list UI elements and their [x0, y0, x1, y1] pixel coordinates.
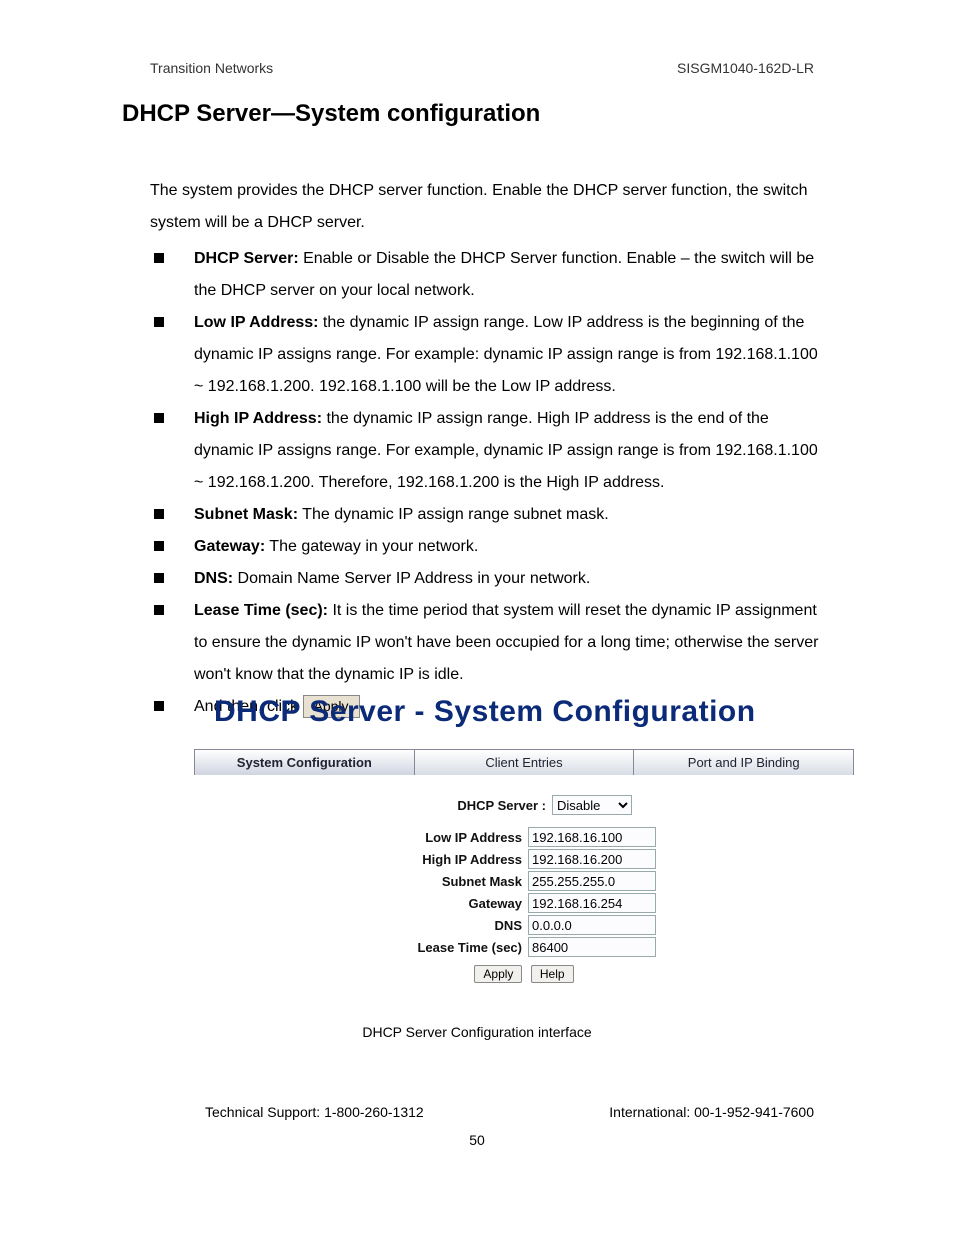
- bullet-list: DHCP Server: Enable or Disable the DHCP …: [150, 243, 830, 691]
- apply-button[interactable]: Apply: [474, 965, 522, 983]
- field-label: Subnet Mask: [392, 874, 528, 889]
- field-input[interactable]: [528, 937, 656, 957]
- field-input[interactable]: [528, 849, 656, 869]
- intro-paragraph: The system provides the DHCP server func…: [150, 175, 830, 239]
- bullet-text: The dynamic IP assign range subnet mask.: [298, 506, 609, 523]
- embedded-screenshot: DHCP Server - System Configuration Syste…: [194, 695, 854, 983]
- page-title: DHCP Server—System configuration: [122, 100, 540, 128]
- field-label: High IP Address: [392, 852, 528, 867]
- tabs: System Configuration Client Entries Port…: [194, 749, 854, 775]
- footer-right: International: 00-1-952-941-7600: [609, 1104, 814, 1120]
- field-label: Gateway: [392, 896, 528, 911]
- footer-left: Technical Support: 1-800-260-1312: [205, 1104, 424, 1120]
- page-number: 50: [0, 1132, 954, 1148]
- field-input[interactable]: [528, 915, 656, 935]
- header-left: Transition Networks: [150, 60, 273, 76]
- tab-port-ip-binding[interactable]: Port and IP Binding: [634, 749, 854, 775]
- bullet-term: High IP Address:: [194, 410, 322, 427]
- list-item: DNS: Domain Name Server IP Address in yo…: [150, 563, 830, 595]
- dhcp-server-label: DHCP Server :: [416, 798, 552, 813]
- tab-system-configuration[interactable]: System Configuration: [194, 749, 415, 775]
- figure-caption: DHCP Server Configuration interface: [0, 1024, 954, 1040]
- dhcp-server-select[interactable]: Disable: [552, 795, 632, 815]
- bullet-term: DNS:: [194, 570, 233, 587]
- form-row: High IP Address: [194, 849, 854, 869]
- body-text: The system provides the DHCP server func…: [150, 175, 830, 723]
- list-item: Gateway: The gateway in your network.: [150, 531, 830, 563]
- dhcp-server-row: DHCP Server : Disable: [194, 795, 854, 815]
- bullet-text: The gateway in your network.: [265, 538, 478, 555]
- form-area: DHCP Server : Disable Low IP Address High…: [194, 775, 854, 983]
- form-row: DNS: [194, 915, 854, 935]
- button-bar: Apply Help: [194, 965, 854, 983]
- list-item: Lease Time (sec): It is the time period …: [150, 595, 830, 691]
- field-input[interactable]: [528, 827, 656, 847]
- list-item: Subnet Mask: The dynamic IP assign range…: [150, 499, 830, 531]
- bullet-term: Gateway:: [194, 538, 265, 555]
- field-input[interactable]: [528, 893, 656, 913]
- ui-heading: DHCP Server - System Configuration: [214, 695, 854, 729]
- field-input[interactable]: [528, 871, 656, 891]
- form-row: Gateway: [194, 893, 854, 913]
- form-row: Lease Time (sec): [194, 937, 854, 957]
- header-right: SISGM1040-162D-LR: [677, 60, 814, 76]
- bullet-term: Lease Time (sec):: [194, 602, 328, 619]
- field-label: Lease Time (sec): [392, 940, 528, 955]
- field-label: DNS: [392, 918, 528, 933]
- help-button[interactable]: Help: [531, 965, 574, 983]
- bullet-term: Subnet Mask:: [194, 506, 298, 523]
- tab-client-entries[interactable]: Client Entries: [415, 749, 635, 775]
- form-row: Low IP Address: [194, 827, 854, 847]
- form-row: Subnet Mask: [194, 871, 854, 891]
- field-label: Low IP Address: [392, 830, 528, 845]
- list-item: Low IP Address: the dynamic IP assign ra…: [150, 307, 830, 403]
- list-item: High IP Address: the dynamic IP assign r…: [150, 403, 830, 499]
- bullet-term: Low IP Address:: [194, 314, 318, 331]
- bullet-text: Domain Name Server IP Address in your ne…: [233, 570, 590, 587]
- bullet-term: DHCP Server:: [194, 250, 299, 267]
- list-item: DHCP Server: Enable or Disable the DHCP …: [150, 243, 830, 307]
